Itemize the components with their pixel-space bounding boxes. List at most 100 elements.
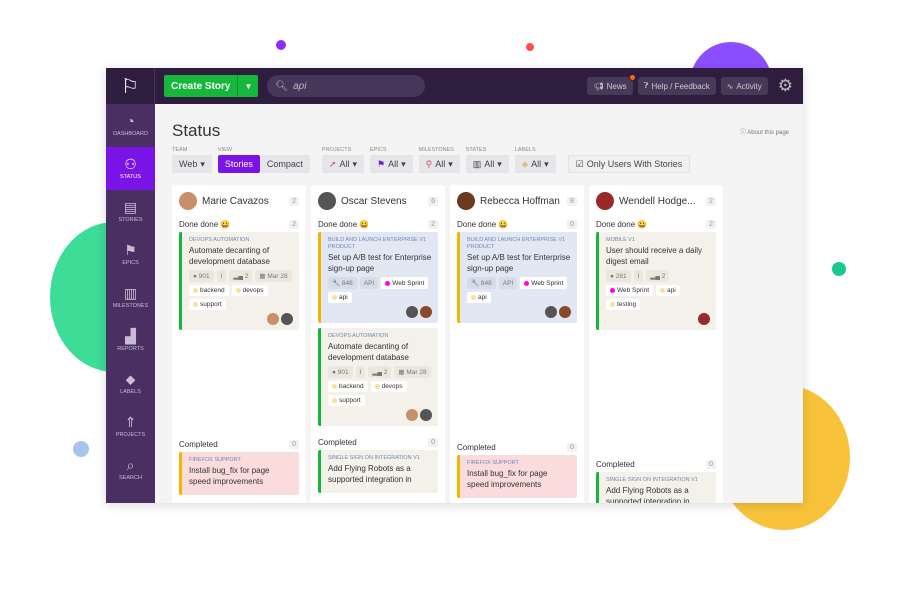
label-color-dot	[610, 288, 615, 293]
sidebar-item-reports[interactable]: ▟ REPORTS	[106, 319, 155, 362]
tag-text: I	[359, 368, 362, 376]
epic-name[interactable]: FIREFOX SUPPORT	[467, 460, 571, 467]
epic-name[interactable]: MOBILE V1	[606, 237, 710, 244]
sidebar-item-milestones[interactable]: ▥ MILESTONES	[106, 276, 155, 319]
about-link[interactable]: ⓘ About this page	[740, 127, 789, 136]
story-card[interactable]: MOBILE V1 User should receive a daily dig…	[596, 232, 716, 330]
story-title[interactable]: Set up A/B test for Enterprise sign-up p…	[328, 253, 432, 274]
sidebar-item-dashboard[interactable]: ◔ DASHBOARD	[106, 104, 155, 147]
story-title[interactable]: Automate decanting of development databa…	[328, 342, 432, 363]
story-tags: ● 901 I ▂▄ 2 ▦ Mar 28 backend devops support	[328, 366, 432, 406]
projects-dropdown[interactable]: ➚ All ▾	[321, 155, 364, 173]
story-card[interactable]: FIREFOX SUPPORT Install bug_fix for page …	[457, 455, 577, 498]
label-tag[interactable]: api	[328, 292, 352, 303]
avatar	[420, 409, 432, 421]
filters-bar: TEAM Web ▾ VIEW Stories Compact PROJECTS ➚ Al…	[172, 147, 786, 173]
tag-text: ▂▄ 2	[372, 369, 388, 376]
search-icon: 🔍︎	[275, 80, 289, 92]
label-tag[interactable]: backend	[328, 381, 368, 392]
status-columns: Marie Cavazos 2 Done done 😀 2 DEVOPS AUTOMAT…	[172, 185, 786, 503]
story-title[interactable]: Add Flying Robots as a supported integra…	[606, 486, 710, 503]
label-tag[interactable]: devops	[231, 285, 268, 296]
user-column: Wendell Hodge... 2 Done done 😀 2 MOBILE V1 Us…	[589, 185, 723, 503]
epic-name[interactable]: SINGLE SIGN ON INTEGRATION V1	[328, 455, 432, 462]
story-count: 8	[567, 196, 577, 206]
tag-text: api	[667, 287, 676, 294]
only-users-checkbox[interactable]: ☑ Only Users With Stories	[567, 155, 691, 173]
sidebar: ◔ DASHBOARD ⚇ STATUS ▤ STORIES ⚑ EPICS ▥ MILESTON…	[106, 104, 155, 503]
story-title[interactable]: Set up A/B test for Enterprise sign-up p…	[467, 253, 571, 274]
label-color-dot	[332, 295, 337, 300]
epic-name[interactable]: DEVOPS AUTOMATION	[328, 333, 432, 340]
search-value: api	[293, 80, 307, 92]
flag-icon: ⚑	[377, 158, 386, 169]
story-title[interactable]: Install bug_fix for page speed improveme…	[189, 466, 293, 487]
search-icon: ⌕	[126, 457, 135, 473]
label-tag[interactable]: testing	[606, 299, 641, 310]
view-label: VIEW	[217, 147, 232, 153]
chevron-down-icon[interactable]: ▼	[237, 75, 258, 97]
story-meta: 🔧 848	[328, 277, 357, 289]
story-title[interactable]: Add Flying Robots as a supported integra…	[328, 464, 432, 485]
story-card[interactable]: BUILD AND LAUNCH ENTERPRISE V1 PRODUCT Se…	[457, 232, 577, 323]
epic-name[interactable]: SINGLE SIGN ON INTEGRATION V1	[606, 477, 710, 484]
gear-icon[interactable]: ⚙	[778, 76, 793, 96]
epics-dropdown[interactable]: ⚑ All ▾	[370, 155, 413, 173]
epic-name[interactable]: DEVOPS AUTOMATION	[189, 237, 293, 244]
tag-icon: ⬥	[521, 158, 529, 169]
view-compact-tab[interactable]: Compact	[259, 155, 310, 173]
sidebar-item-projects[interactable]: ⇑ PROJECTS	[106, 405, 155, 448]
epic-name[interactable]: BUILD AND LAUNCH ENTERPRISE V1 PRODUCT	[328, 237, 432, 251]
projects-value: All	[339, 159, 350, 169]
tag-text: backend	[339, 383, 364, 390]
story-meta: ● 901	[328, 366, 353, 378]
news-button[interactable]: 📢︎ News	[587, 74, 636, 95]
story-title[interactable]: User should receive a daily digest email	[606, 246, 710, 267]
story-count: 6	[428, 196, 438, 206]
tag-text: I	[220, 272, 223, 280]
epic-name[interactable]: FIREFOX SUPPORT	[189, 457, 293, 464]
flag-logo-icon[interactable]: ⚐	[106, 68, 155, 104]
story-card[interactable]: DEVOPS AUTOMATION Automate decanting of d…	[179, 232, 299, 330]
label-tag[interactable]: support	[189, 299, 226, 310]
milestones-dropdown[interactable]: ⚲ All ▾	[418, 155, 460, 173]
state-header: Completed 0	[318, 438, 438, 447]
create-story-button[interactable]: Create Story ▼	[164, 75, 259, 97]
labels-icon: ⬥	[125, 371, 136, 387]
owners	[328, 306, 432, 318]
sidebar-item-stories[interactable]: ▤ STORIES	[106, 190, 155, 233]
story-card[interactable]: SINGLE SIGN ON INTEGRATION V1 Add Flying …	[318, 450, 438, 493]
label-tag[interactable]: Web Sprint	[606, 285, 654, 296]
label-tag[interactable]: Web Sprint	[520, 277, 568, 289]
story-card[interactable]: SINGLE SIGN ON INTEGRATION V1 Add Flying …	[596, 472, 716, 503]
label-tag[interactable]: devops	[370, 381, 407, 392]
column-header: Wendell Hodge... 2	[596, 190, 716, 212]
label-tag[interactable]: api	[467, 292, 491, 303]
story-card[interactable]: FIREFOX SUPPORT Install bug_fix for page …	[179, 452, 299, 495]
sidebar-item-label: SEARCH	[119, 475, 142, 481]
sidebar-item-epics[interactable]: ⚑ EPICS	[106, 233, 155, 276]
epic-name[interactable]: BUILD AND LAUNCH ENTERPRISE V1 PRODUCT	[467, 237, 571, 251]
label-tag[interactable]: support	[328, 395, 365, 406]
story-card[interactable]: DEVOPS AUTOMATION Automate decanting of d…	[318, 328, 438, 426]
sidebar-item-labels[interactable]: ⬥ LABELS	[106, 362, 155, 405]
search-input[interactable]: 🔍︎ api	[267, 75, 426, 97]
activity-button[interactable]: ∿ Activity	[720, 77, 768, 95]
projects-label: PROJECTS	[321, 147, 352, 153]
label-tag[interactable]: backend	[189, 285, 229, 296]
label-tag[interactable]: api	[656, 285, 680, 296]
story-card[interactable]: BUILD AND LAUNCH ENTERPRISE V1 PRODUCT Se…	[318, 232, 438, 323]
avatar	[559, 306, 571, 318]
states-dropdown[interactable]: ▥ All ▾	[465, 155, 509, 173]
story-title[interactable]: Install bug_fix for page speed improveme…	[467, 469, 571, 490]
view-stories-tab[interactable]: Stories	[217, 155, 260, 173]
sidebar-item-search[interactable]: ⌕ SEARCH	[106, 448, 155, 491]
labels-dropdown[interactable]: ⬥ All ▾	[514, 155, 556, 173]
team-dropdown[interactable]: Web ▾	[172, 155, 212, 173]
label-tag[interactable]: Web Sprint	[381, 277, 429, 289]
help-feedback-button[interactable]: ❓︎ Help / Feedback	[637, 77, 716, 95]
sidebar-item-status[interactable]: ⚇ STATUS	[106, 147, 155, 190]
story-meta: I	[355, 366, 366, 378]
decor-dot	[832, 262, 846, 276]
story-title[interactable]: Automate decanting of development databa…	[189, 246, 293, 267]
